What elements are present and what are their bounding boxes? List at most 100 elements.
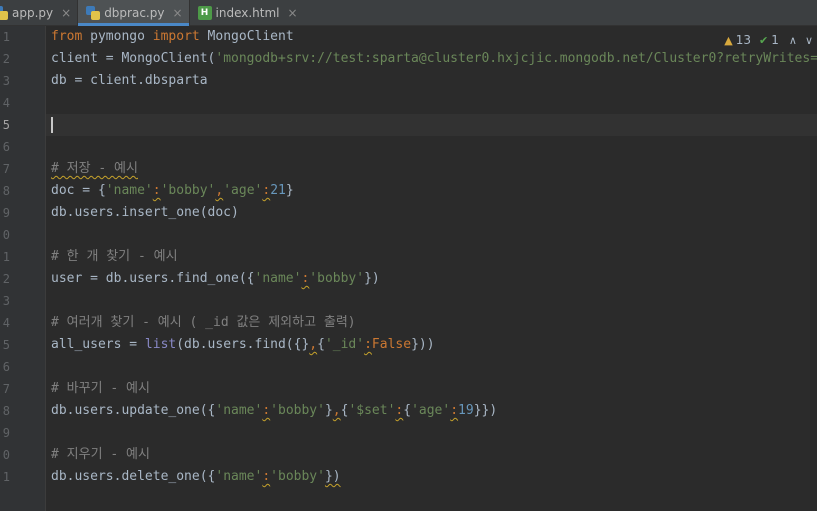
- comment: # 바꾸기 - 예시: [51, 381, 150, 396]
- line-number: 6: [2, 140, 10, 154]
- code-line[interactable]: [46, 356, 817, 378]
- code-text: db.users.delete_one({: [51, 469, 216, 484]
- close-icon[interactable]: ×: [61, 6, 71, 20]
- keyword-import: import: [152, 29, 200, 44]
- code-text: (db.users.find({}: [176, 337, 310, 352]
- string-literal: 'age': [223, 183, 263, 198]
- code-line[interactable]: # 저장 - 예시: [46, 158, 817, 180]
- weak-warning-count: 1: [771, 33, 779, 47]
- line-number: 9: [2, 426, 10, 440]
- comma: ,: [309, 337, 318, 352]
- code-line[interactable]: # 여러개 찾기 - 예시 ( _id 값은 제외하고 출력): [46, 312, 817, 334]
- string-literal: 'bobby': [270, 469, 325, 484]
- close-icon[interactable]: ×: [288, 6, 298, 20]
- code-line[interactable]: doc = {'name':'bobby','age':21}: [46, 180, 817, 202]
- code-line[interactable]: # 지우기 - 예시: [46, 444, 817, 466]
- string-literal: 'name': [105, 183, 153, 198]
- current-code-line[interactable]: [46, 114, 817, 136]
- tab-label: app.py: [12, 6, 54, 20]
- code-line[interactable]: client = MongoClient('mongodb+srv://test…: [46, 48, 817, 70]
- chevron-down-icon[interactable]: ∨: [805, 34, 813, 47]
- inspection-widget[interactable]: ▲ 13 ✔ 1 ∧ ∨: [720, 30, 817, 50]
- line-number: 8: [2, 404, 10, 418]
- code-text: all_users =: [51, 337, 145, 352]
- check-icon: ✔: [759, 33, 769, 47]
- code-line[interactable]: user = db.users.find_one({'name':'bobby'…: [46, 268, 817, 290]
- string-literal: 'name': [215, 469, 263, 484]
- line-number: 1: [2, 250, 10, 264]
- connection-string: 'mongodb+srv://test:sparta@cluster0.hxjc…: [215, 51, 817, 66]
- line-number: 5: [2, 338, 10, 352]
- line-number: 2: [2, 272, 10, 286]
- code-editor[interactable]: from pymongo import MongoClient client =…: [46, 26, 817, 511]
- code-line[interactable]: db.users.delete_one({'name':'bobby'}): [46, 466, 817, 488]
- line-number: 0: [2, 228, 10, 242]
- tab-label: dbprac.py: [104, 6, 165, 20]
- code-text: {: [403, 403, 412, 418]
- colon: :: [262, 403, 271, 418]
- colon: :: [262, 469, 271, 484]
- code-text: }: [324, 403, 333, 418]
- chevron-up-icon[interactable]: ∧: [789, 34, 797, 47]
- code-text: }: [285, 183, 294, 198]
- code-text: db.users.update_one({: [51, 403, 216, 418]
- line-number: 3: [2, 294, 10, 308]
- comment: # 한 개 찾기 - 예시: [51, 249, 178, 264]
- number-literal: 19: [458, 403, 474, 418]
- line-number: 5: [2, 118, 10, 132]
- line-number: 9: [2, 206, 10, 220]
- comment: # 저장 - 예시: [51, 161, 138, 176]
- code-line[interactable]: from pymongo import MongoClient: [46, 26, 817, 48]
- code-line[interactable]: db.users.update_one({'name':'bobby'},{'$…: [46, 400, 817, 422]
- code-line[interactable]: [46, 422, 817, 444]
- builtin-name: list: [144, 337, 177, 352]
- comma: ,: [332, 403, 341, 418]
- line-number: 7: [2, 162, 10, 176]
- line-number: 4: [2, 316, 10, 330]
- line-number: 1: [2, 470, 10, 484]
- code-line[interactable]: [46, 224, 817, 246]
- code-line[interactable]: [46, 290, 817, 312]
- tab-app-py[interactable]: app.py ×: [0, 0, 77, 26]
- code-line[interactable]: db = client.dbsparta: [46, 70, 817, 92]
- code-line[interactable]: [46, 92, 817, 114]
- text-caret: [51, 116, 53, 133]
- close-icon[interactable]: ×: [172, 6, 182, 20]
- line-number-gutter[interactable]: 1 2 3 4 5 6 7 8 9 0 1 2 3 4 5 6 7 8 9 0 …: [0, 26, 46, 511]
- editor-tab-bar: app.py × dbprac.py × H index.html ×: [0, 0, 817, 26]
- keyword-from: from: [51, 29, 83, 44]
- code-line[interactable]: # 한 개 찾기 - 예시: [46, 246, 817, 268]
- colon: :: [364, 337, 372, 352]
- code-text: db = client.dbsparta: [51, 73, 208, 88]
- imported-name: MongoClient: [199, 29, 294, 44]
- tab-index-html[interactable]: H index.html ×: [190, 0, 304, 26]
- code-line[interactable]: all_users = list(db.users.find({},{'_id'…: [46, 334, 817, 356]
- colon: :: [262, 183, 271, 198]
- code-line[interactable]: # 바꾸기 - 예시: [46, 378, 817, 400]
- warning-count: 13: [735, 33, 752, 47]
- code-text: user = db.users.find_one({: [51, 271, 255, 286]
- keyword-false: False: [371, 337, 412, 352]
- code-text: doc = {: [51, 183, 106, 198]
- string-literal: 'age': [411, 403, 451, 418]
- string-literal: 'name': [215, 403, 263, 418]
- module-name: pymongo: [82, 29, 153, 44]
- code-text: db.users.insert_one(doc): [51, 205, 239, 220]
- string-literal: '_id': [324, 337, 365, 352]
- warning-icon: ▲: [724, 33, 733, 47]
- code-text: }): [364, 271, 380, 286]
- line-number: 6: [2, 360, 10, 374]
- comment: # 지우기 - 예시: [51, 447, 150, 462]
- line-number: 7: [2, 382, 10, 396]
- colon: :: [450, 403, 459, 418]
- code-line[interactable]: [46, 136, 817, 158]
- string-literal: '$set': [348, 403, 396, 418]
- colon: :: [152, 183, 161, 198]
- line-number: 3: [2, 74, 10, 88]
- tab-dbprac-py[interactable]: dbprac.py ×: [78, 0, 189, 26]
- code-text: {: [317, 337, 325, 352]
- html-file-icon: H: [197, 6, 212, 20]
- comment: # 여러개 찾기 - 예시 ( _id 값은 제외하고 출력): [51, 315, 356, 330]
- tab-label: index.html: [215, 6, 280, 20]
- code-line[interactable]: db.users.insert_one(doc): [46, 202, 817, 224]
